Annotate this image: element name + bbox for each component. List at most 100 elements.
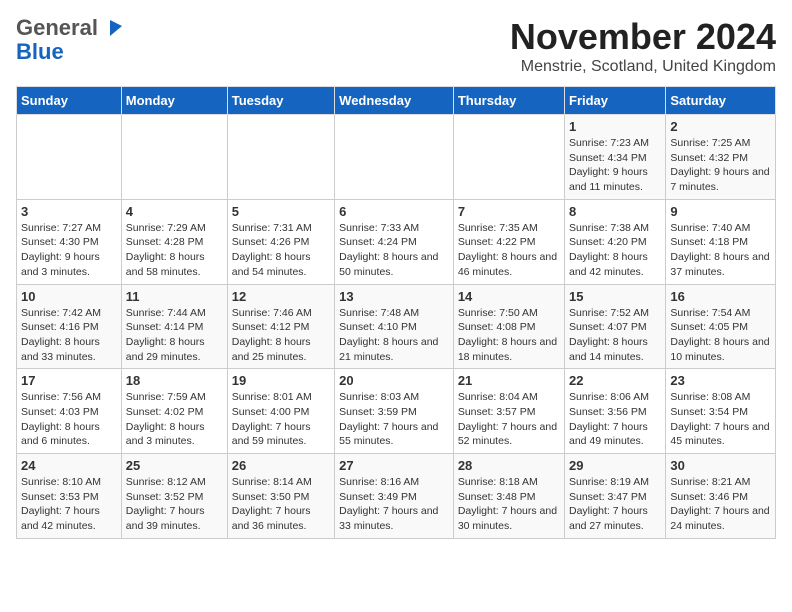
logo-icon [102, 18, 124, 40]
day-number: 8 [569, 204, 661, 219]
calendar-cell: 11 Sunrise: 7:44 AM Sunset: 4:14 PM Dayli… [121, 284, 227, 369]
calendar-cell: 8 Sunrise: 7:38 AM Sunset: 4:20 PM Daylig… [565, 199, 666, 284]
calendar-cell: 6 Sunrise: 7:33 AM Sunset: 4:24 PM Daylig… [335, 199, 454, 284]
day-info: Sunrise: 7:42 AM Sunset: 4:16 PM Dayligh… [21, 306, 117, 365]
day-info: Sunrise: 8:04 AM Sunset: 3:57 PM Dayligh… [458, 390, 560, 449]
day-info: Sunrise: 7:27 AM Sunset: 4:30 PM Dayligh… [21, 221, 117, 280]
day-number: 27 [339, 458, 449, 473]
calendar-cell: 3 Sunrise: 7:27 AM Sunset: 4:30 PM Daylig… [17, 199, 122, 284]
logo-text: General Blue [16, 16, 98, 64]
day-info: Sunrise: 8:19 AM Sunset: 3:47 PM Dayligh… [569, 475, 661, 534]
week-row: 24Sunrise: 8:10 AM Sunset: 3:53 PM Dayli… [17, 454, 776, 539]
day-number: 1 [569, 119, 661, 134]
day-info: Sunrise: 7:46 AM Sunset: 4:12 PM Dayligh… [232, 306, 330, 365]
calendar-cell: 22 Sunrise: 8:06 AM Sunset: 3:56 PM Dayli… [565, 369, 666, 454]
day-info: Sunrise: 8:12 AM Sunset: 3:52 PM Dayligh… [126, 475, 223, 534]
day-number: 25 [126, 458, 223, 473]
day-header-friday: Friday [565, 87, 666, 115]
day-info: Sunrise: 8:16 AM Sunset: 3:49 PM Dayligh… [339, 475, 449, 534]
day-number: 3 [21, 204, 117, 219]
day-info: Sunrise: 7:29 AM Sunset: 4:28 PM Dayligh… [126, 221, 223, 280]
day-header-monday: Monday [121, 87, 227, 115]
day-info: Sunrise: 8:03 AM Sunset: 3:59 PM Dayligh… [339, 390, 449, 449]
day-info: Sunrise: 7:50 AM Sunset: 4:08 PM Dayligh… [458, 306, 560, 365]
month-title: November 2024 [510, 16, 776, 58]
calendar-cell: 15Sunrise: 7:52 AM Sunset: 4:07 PM Dayli… [565, 284, 666, 369]
logo-general: General [16, 15, 98, 40]
calendar-cell: 24Sunrise: 8:10 AM Sunset: 3:53 PM Dayli… [17, 454, 122, 539]
day-header-tuesday: Tuesday [227, 87, 334, 115]
day-number: 13 [339, 289, 449, 304]
calendar-cell: 18 Sunrise: 7:59 AM Sunset: 4:02 PM Dayli… [121, 369, 227, 454]
day-info: Sunrise: 8:01 AM Sunset: 4:00 PM Dayligh… [232, 390, 330, 449]
day-info: Sunrise: 7:33 AM Sunset: 4:24 PM Dayligh… [339, 221, 449, 280]
calendar-cell: 16Sunrise: 7:54 AM Sunset: 4:05 PM Dayli… [666, 284, 776, 369]
day-number: 2 [670, 119, 771, 134]
day-number: 10 [21, 289, 117, 304]
title-section: November 2024 Menstrie, Scotland, United… [510, 16, 776, 76]
day-info: Sunrise: 7:59 AM Sunset: 4:02 PM Dayligh… [126, 390, 223, 449]
day-number: 29 [569, 458, 661, 473]
calendar-cell: 30 Sunrise: 8:21 AM Sunset: 3:46 PM Dayli… [666, 454, 776, 539]
day-number: 4 [126, 204, 223, 219]
day-number: 21 [458, 373, 560, 388]
day-info: Sunrise: 7:35 AM Sunset: 4:22 PM Dayligh… [458, 221, 560, 280]
day-info: Sunrise: 8:21 AM Sunset: 3:46 PM Dayligh… [670, 475, 771, 534]
logo-blue: Blue [16, 39, 64, 64]
week-row: 1 Sunrise: 7:23 AM Sunset: 4:34 PM Daylig… [17, 115, 776, 200]
week-row: 3 Sunrise: 7:27 AM Sunset: 4:30 PM Daylig… [17, 199, 776, 284]
day-number: 5 [232, 204, 330, 219]
calendar-cell: 13 Sunrise: 7:48 AM Sunset: 4:10 PM Dayli… [335, 284, 454, 369]
day-number: 14 [458, 289, 560, 304]
calendar-cell: 19 Sunrise: 8:01 AM Sunset: 4:00 PM Dayli… [227, 369, 334, 454]
calendar-cell [121, 115, 227, 200]
calendar-cell: 12 Sunrise: 7:46 AM Sunset: 4:12 PM Dayli… [227, 284, 334, 369]
day-info: Sunrise: 8:06 AM Sunset: 3:56 PM Dayligh… [569, 390, 661, 449]
logo: General Blue [16, 16, 124, 64]
calendar-cell: 26Sunrise: 8:14 AM Sunset: 3:50 PM Dayli… [227, 454, 334, 539]
calendar-cell [453, 115, 564, 200]
day-header-thursday: Thursday [453, 87, 564, 115]
day-info: Sunrise: 7:44 AM Sunset: 4:14 PM Dayligh… [126, 306, 223, 365]
day-number: 22 [569, 373, 661, 388]
day-number: 26 [232, 458, 330, 473]
day-number: 17 [21, 373, 117, 388]
calendar-cell [227, 115, 334, 200]
day-number: 18 [126, 373, 223, 388]
week-row: 17 Sunrise: 7:56 AM Sunset: 4:03 PM Dayli… [17, 369, 776, 454]
day-number: 24 [21, 458, 117, 473]
calendar-cell [335, 115, 454, 200]
calendar-cell: 9Sunrise: 7:40 AM Sunset: 4:18 PM Daylig… [666, 199, 776, 284]
day-info: Sunrise: 8:18 AM Sunset: 3:48 PM Dayligh… [458, 475, 560, 534]
day-number: 20 [339, 373, 449, 388]
calendar-cell [17, 115, 122, 200]
week-row: 10 Sunrise: 7:42 AM Sunset: 4:16 PM Dayli… [17, 284, 776, 369]
day-info: Sunrise: 7:25 AM Sunset: 4:32 PM Dayligh… [670, 136, 771, 195]
day-number: 28 [458, 458, 560, 473]
day-info: Sunrise: 7:56 AM Sunset: 4:03 PM Dayligh… [21, 390, 117, 449]
day-number: 12 [232, 289, 330, 304]
day-number: 19 [232, 373, 330, 388]
day-info: Sunrise: 7:48 AM Sunset: 4:10 PM Dayligh… [339, 306, 449, 365]
calendar-cell: 21 Sunrise: 8:04 AM Sunset: 3:57 PM Dayli… [453, 369, 564, 454]
calendar-cell: 27 Sunrise: 8:16 AM Sunset: 3:49 PM Dayli… [335, 454, 454, 539]
day-info: Sunrise: 8:08 AM Sunset: 3:54 PM Dayligh… [670, 390, 771, 449]
calendar-cell: 29 Sunrise: 8:19 AM Sunset: 3:47 PM Dayli… [565, 454, 666, 539]
header: General Blue November 2024 Menstrie, Sco… [16, 16, 776, 76]
day-info: Sunrise: 7:38 AM Sunset: 4:20 PM Dayligh… [569, 221, 661, 280]
day-number: 30 [670, 458, 771, 473]
day-header-saturday: Saturday [666, 87, 776, 115]
calendar-cell: 2 Sunrise: 7:25 AM Sunset: 4:32 PM Daylig… [666, 115, 776, 200]
day-info: Sunrise: 7:54 AM Sunset: 4:05 PM Dayligh… [670, 306, 771, 365]
day-info: Sunrise: 7:40 AM Sunset: 4:18 PM Dayligh… [670, 221, 771, 280]
day-number: 11 [126, 289, 223, 304]
day-number: 6 [339, 204, 449, 219]
calendar-cell: 10 Sunrise: 7:42 AM Sunset: 4:16 PM Dayli… [17, 284, 122, 369]
calendar-cell: 20 Sunrise: 8:03 AM Sunset: 3:59 PM Dayli… [335, 369, 454, 454]
day-header-wednesday: Wednesday [335, 87, 454, 115]
calendar-cell: 17 Sunrise: 7:56 AM Sunset: 4:03 PM Dayli… [17, 369, 122, 454]
location: Menstrie, Scotland, United Kingdom [510, 58, 776, 76]
day-info: Sunrise: 7:23 AM Sunset: 4:34 PM Dayligh… [569, 136, 661, 195]
day-header-sunday: Sunday [17, 87, 122, 115]
calendar-cell: 23Sunrise: 8:08 AM Sunset: 3:54 PM Dayli… [666, 369, 776, 454]
